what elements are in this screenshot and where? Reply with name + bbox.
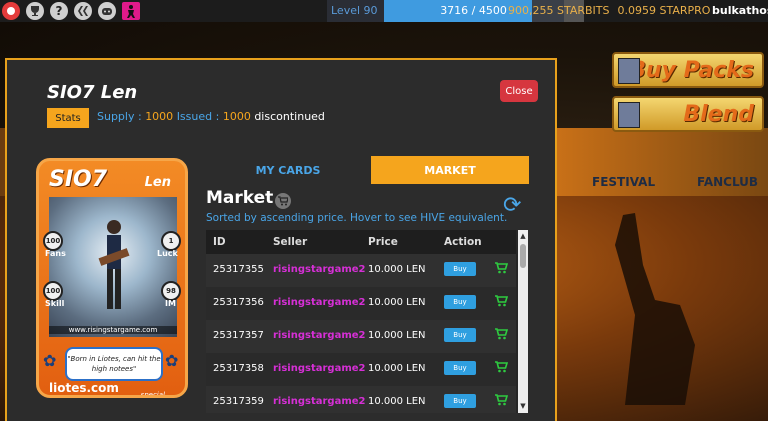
buy-button[interactable]: Buy	[444, 295, 476, 309]
seller-link[interactable]: risingstargame2	[273, 330, 366, 341]
buy-button[interactable]: Buy	[444, 394, 476, 408]
nav-festival[interactable]: FESTIVAL	[592, 175, 655, 189]
table-row: 25317355 risingstargame2 10.000 LEN Buy	[206, 254, 516, 287]
card-status: discontinued	[254, 110, 325, 123]
sort-note: Sorted by ascending price. Hover to see …	[206, 212, 508, 224]
supply-info: Supply : 1000 Issued : 1000 discontinued	[97, 110, 325, 123]
alert-icon[interactable]	[2, 2, 20, 20]
buy-button[interactable]: Buy	[444, 328, 476, 342]
table-header: ID Seller Price Action	[206, 230, 516, 254]
top-icons: ?	[2, 2, 140, 20]
skill-badge: 100	[43, 281, 63, 301]
card-footer: liotes.com	[49, 381, 119, 395]
flower-icon: ✿	[43, 351, 57, 370]
scroll-thumb[interactable]	[520, 244, 526, 268]
issued-value: 1000	[222, 110, 251, 123]
price: 10.000 LEN	[368, 264, 426, 275]
table-scrollbar[interactable]: ▲ ▼	[518, 230, 528, 413]
listing-id: 25317359	[213, 396, 264, 407]
buy-packs-label: Buy Packs	[629, 57, 754, 83]
tab-my-cards[interactable]: MY CARDS	[205, 156, 371, 184]
column-header: Price	[368, 236, 398, 248]
help-icon[interactable]: ?	[50, 2, 68, 20]
add-to-cart-icon[interactable]	[494, 294, 508, 308]
table-row: 25317358 risingstargame2 10.000 LEN Buy	[206, 353, 516, 386]
blend-button[interactable]: Blend	[612, 96, 764, 132]
listing-id: 25317355	[213, 264, 264, 275]
guitarist-figure	[98, 220, 130, 309]
supply-value: 1000	[145, 110, 174, 123]
price: 10.000 LEN	[368, 330, 426, 341]
card-detail-modal: SIO7 Len Stats Supply : 1000 Issued : 10…	[5, 58, 557, 421]
close-button[interactable]: Close	[500, 80, 538, 102]
username[interactable]: bulkathos	[712, 4, 768, 17]
scroll-down-icon[interactable]: ▼	[519, 402, 527, 410]
listing-id: 25317356	[213, 297, 264, 308]
market-table: ID Seller Price Action 25317355 risingst…	[206, 230, 528, 413]
price: 10.000 LEN	[368, 363, 426, 374]
buy-packs-button[interactable]: Buy Packs	[612, 52, 764, 88]
cart-icon[interactable]	[275, 193, 291, 209]
price: 10.000 LEN	[368, 396, 426, 407]
blend-label: Blend	[683, 101, 754, 127]
column-header: Seller	[273, 236, 308, 248]
add-to-cart-icon[interactable]	[494, 327, 508, 341]
blend-cards-icon	[618, 102, 640, 128]
table-row: 25317357 risingstargame2 10.000 LEN Buy	[206, 320, 516, 353]
refresh-icon[interactable]: ⟳	[503, 195, 521, 217]
trophy-icon[interactable]	[26, 2, 44, 20]
stats-button[interactable]: Stats	[47, 108, 89, 128]
tab-market[interactable]: MARKET	[371, 156, 529, 184]
scroll-up-icon[interactable]: ▲	[519, 232, 527, 240]
table-row: 25317359 risingstargame2 10.000 LEN Buy	[206, 386, 516, 413]
top-bar: ? Level 90 3716 / 4500 900,255 STARBITS 0…	[0, 0, 768, 22]
buy-button[interactable]: Buy	[444, 361, 476, 375]
column-header: ID	[213, 236, 226, 248]
luck-badge: 1	[161, 231, 181, 251]
issued-label: Issued :	[176, 110, 220, 123]
card-quote: "Born in Liotes, can hit the high notees…	[65, 347, 163, 381]
price: 10.000 LEN	[368, 297, 426, 308]
currency-stats: 900,255 STARBITS 0.0959 STARPRO	[508, 4, 718, 17]
table-row: 25317356 risingstargame2 10.000 LEN Buy	[206, 287, 516, 320]
card-url: www.risingstargame.com	[49, 326, 177, 334]
fans-badge: 100	[43, 231, 63, 251]
seller-link[interactable]: risingstargame2	[273, 297, 366, 308]
fans-label: Fans	[45, 249, 66, 258]
level-label: Level 90	[327, 0, 384, 22]
flower-icon: ✿	[165, 351, 179, 370]
buy-button[interactable]: Buy	[444, 262, 476, 276]
add-to-cart-icon[interactable]	[494, 360, 508, 374]
market-title: Market	[206, 188, 274, 208]
modal-title: SIO7 Len	[47, 82, 138, 103]
discord-icon[interactable]	[98, 2, 116, 20]
seller-link[interactable]: risingstargame2	[273, 363, 366, 374]
card-name-right: Len	[144, 175, 171, 190]
add-to-cart-icon[interactable]	[494, 261, 508, 275]
listing-id: 25317357	[213, 330, 264, 341]
profile-icon[interactable]	[122, 2, 140, 20]
luck-label: Luck	[157, 249, 178, 258]
card-special: special	[140, 391, 165, 398]
im-label: IM	[165, 299, 176, 308]
card-name-left: SIO7	[49, 167, 108, 192]
hand-silhouette-icon	[615, 213, 695, 405]
card-image: SIO7 Len 100 Fans 1 Luck 100 Skill 98 IM…	[36, 158, 188, 398]
seller-link[interactable]: risingstargame2	[273, 264, 366, 275]
seller-link[interactable]: risingstargame2	[273, 396, 366, 407]
im-badge: 98	[161, 281, 181, 301]
pack-icon	[618, 58, 640, 84]
nav-fanclub[interactable]: FANCLUB	[697, 175, 758, 189]
listing-id: 25317358	[213, 363, 264, 374]
starbits-balance: 900,255 STARBITS	[508, 4, 610, 17]
skill-label: Skill	[45, 299, 65, 308]
starpro-balance: 0.0959 STARPRO	[617, 4, 711, 17]
supply-label: Supply :	[97, 110, 142, 123]
add-to-cart-icon[interactable]	[494, 393, 508, 407]
hive-icon[interactable]	[74, 2, 92, 20]
column-header: Action	[444, 236, 482, 248]
card-portrait	[49, 197, 177, 337]
